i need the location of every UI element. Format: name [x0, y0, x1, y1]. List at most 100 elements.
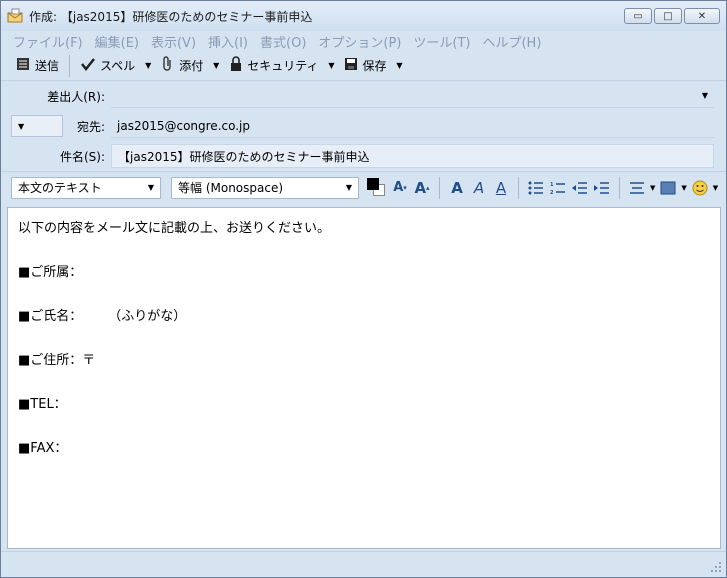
attach-dropdown[interactable]: ▼ — [209, 54, 223, 78]
text-color-swatch — [367, 177, 379, 190]
attach-label: 添付 — [179, 59, 204, 73]
menu-options[interactable]: オプション(P) — [312, 32, 407, 51]
close-button[interactable]: ✕ — [684, 8, 720, 24]
maximize-button[interactable]: □ — [654, 8, 682, 24]
maximize-icon: □ — [663, 10, 673, 22]
text-color-picker[interactable] — [367, 177, 387, 198]
send-label: 送信 — [35, 59, 60, 73]
lock-icon — [229, 56, 243, 75]
body-line: ■TEL： — [18, 397, 67, 412]
status-bar — [1, 551, 726, 577]
main-toolbar: 送信 スペル ▼ 添付 ▼ セキュリティ ▼ 保存 ▼ — [1, 51, 726, 81]
save-label: 保存 — [362, 59, 387, 73]
close-icon: ✕ — [697, 10, 707, 22]
body-line: 以下の内容をメール文に記載の上、お送りください。 — [18, 221, 331, 236]
svg-text:2: 2 — [550, 190, 554, 195]
compose-window: 作成: 【jas2015】研修医のためのセミナー事前申込 ▭ □ ✕ ファイル(… — [0, 0, 727, 578]
smiley-icon[interactable] — [691, 178, 709, 198]
from-row: 差出人(R): ▼ — [1, 81, 726, 111]
menu-insert[interactable]: 挿入(I) — [202, 32, 254, 51]
body-line: ■ご住所：〒 — [18, 353, 96, 368]
menu-help[interactable]: ヘルプ(H) — [476, 32, 547, 51]
compose-app-icon — [7, 8, 23, 24]
message-body-editor[interactable]: 以下の内容をメール文に記載の上、お送りください。 ■ご所属： ■ご氏名： （ふり… — [7, 207, 721, 549]
paperclip-icon — [161, 56, 175, 75]
floppy-disk-icon — [344, 57, 358, 74]
security-dropdown[interactable]: ▼ — [324, 54, 338, 78]
bullet-list-icon[interactable] — [527, 178, 545, 198]
chevron-down-icon[interactable]: ▼ — [681, 184, 686, 192]
menu-file[interactable]: ファイル(F) — [7, 32, 89, 51]
font-larger-icon[interactable]: A ▴ — [413, 178, 431, 198]
window-title: 作成: 【jas2015】研修医のためのセミナー事前申込 — [29, 9, 313, 24]
subject-label: 件名(S): — [59, 149, 105, 164]
format-toolbar: 本文のテキスト ▼ 等幅 (Monospace) ▼ A ▾ A ▴ A A A 1… — [1, 171, 726, 203]
to-value: jas2015@congre.co.jp — [117, 118, 251, 133]
chevron-down-icon[interactable]: ▼ — [650, 184, 655, 192]
font-select[interactable]: 等幅 (Monospace) ▼ — [171, 176, 359, 199]
menu-edit[interactable]: 編集(E) — [89, 32, 145, 51]
indent-icon[interactable] — [593, 178, 611, 198]
font-smaller-icon[interactable]: A ▾ — [391, 178, 409, 198]
spell-dropdown[interactable]: ▼ — [141, 54, 155, 78]
spell-button[interactable]: スペル — [74, 54, 141, 78]
menu-view[interactable]: 表示(V) — [145, 32, 202, 51]
save-dropdown[interactable]: ▼ — [393, 54, 407, 78]
send-button[interactable]: 送信 — [9, 54, 65, 78]
attach-button[interactable]: 添付 — [155, 54, 209, 78]
chevron-down-icon: ▼ — [345, 183, 352, 192]
body-line: ■ご氏名： （ふりがな） — [18, 309, 187, 324]
subject-row: 件名(S): 【jas2015】研修医のためのセミナー事前申込 — [1, 141, 726, 171]
minimize-button[interactable]: ▭ — [624, 8, 652, 24]
chevron-down-icon: ▼ — [396, 61, 403, 70]
toolbar-separator — [69, 54, 71, 77]
underline-icon[interactable]: A — [492, 178, 510, 198]
chevron-down-icon: ▼ — [18, 121, 25, 131]
body-line — [18, 328, 710, 350]
bold-icon[interactable]: A — [448, 178, 466, 198]
menu-bar: ファイル(F) 編集(E) 表示(V) 挿入(I) 書式(O) オプション(P)… — [1, 31, 726, 51]
body-line — [18, 284, 710, 306]
chevron-down-icon: ▼ — [213, 61, 220, 70]
body-line: ■FAX： — [18, 441, 68, 456]
format-separator — [439, 176, 440, 199]
from-label: 差出人(R): — [47, 89, 105, 104]
format-separator — [619, 176, 620, 199]
spell-label: スペル — [100, 59, 136, 73]
italic-icon[interactable]: A — [470, 178, 488, 198]
from-field[interactable]: ▼ — [111, 84, 714, 108]
body-line — [18, 372, 710, 394]
security-button[interactable]: セキュリティ — [223, 54, 324, 78]
paragraph-style-value: 本文のテキスト — [18, 181, 102, 195]
chevron-down-icon: ▼ — [328, 61, 335, 70]
outdent-icon[interactable] — [571, 178, 589, 198]
chevron-down-icon: ▼ — [145, 61, 152, 70]
resize-grip-icon[interactable] — [710, 561, 722, 573]
address-type-dropdown[interactable]: ▼ — [11, 115, 63, 137]
chevron-down-icon: ▼ — [701, 91, 708, 100]
font-value: 等幅 (Monospace) — [178, 181, 284, 195]
minimize-icon: ▭ — [633, 10, 643, 22]
to-field[interactable]: jas2015@congre.co.jp — [111, 114, 714, 138]
body-line — [18, 240, 710, 262]
body-line: ■ご所属： — [18, 265, 83, 280]
subject-field[interactable]: 【jas2015】研修医のためのセミナー事前申込 — [111, 144, 714, 168]
body-line — [18, 416, 710, 438]
save-button[interactable]: 保存 — [338, 54, 392, 78]
chevron-down-icon: ▼ — [147, 183, 154, 192]
menu-format[interactable]: 書式(O) — [254, 32, 312, 51]
svg-text:1: 1 — [550, 182, 554, 188]
send-icon — [15, 56, 31, 75]
insert-image-icon[interactable] — [659, 178, 677, 198]
checkmark-icon — [80, 56, 96, 75]
format-separator — [518, 176, 519, 199]
paragraph-style-select[interactable]: 本文のテキスト ▼ — [11, 176, 161, 199]
chevron-down-icon[interactable]: ▼ — [713, 184, 718, 192]
title-bar: 作成: 【jas2015】研修医のためのセミナー事前申込 ▭ □ ✕ — [1, 1, 726, 31]
security-label: セキュリティ — [247, 59, 319, 73]
align-icon[interactable] — [628, 178, 646, 198]
to-row: ▼ 宛先: jas2015@congre.co.jp — [1, 111, 726, 141]
numbered-list-icon[interactable]: 12 — [549, 178, 567, 198]
subject-value: 【jas2015】研修医のためのセミナー事前申込 — [118, 149, 370, 164]
menu-tools[interactable]: ツール(T) — [407, 32, 476, 51]
